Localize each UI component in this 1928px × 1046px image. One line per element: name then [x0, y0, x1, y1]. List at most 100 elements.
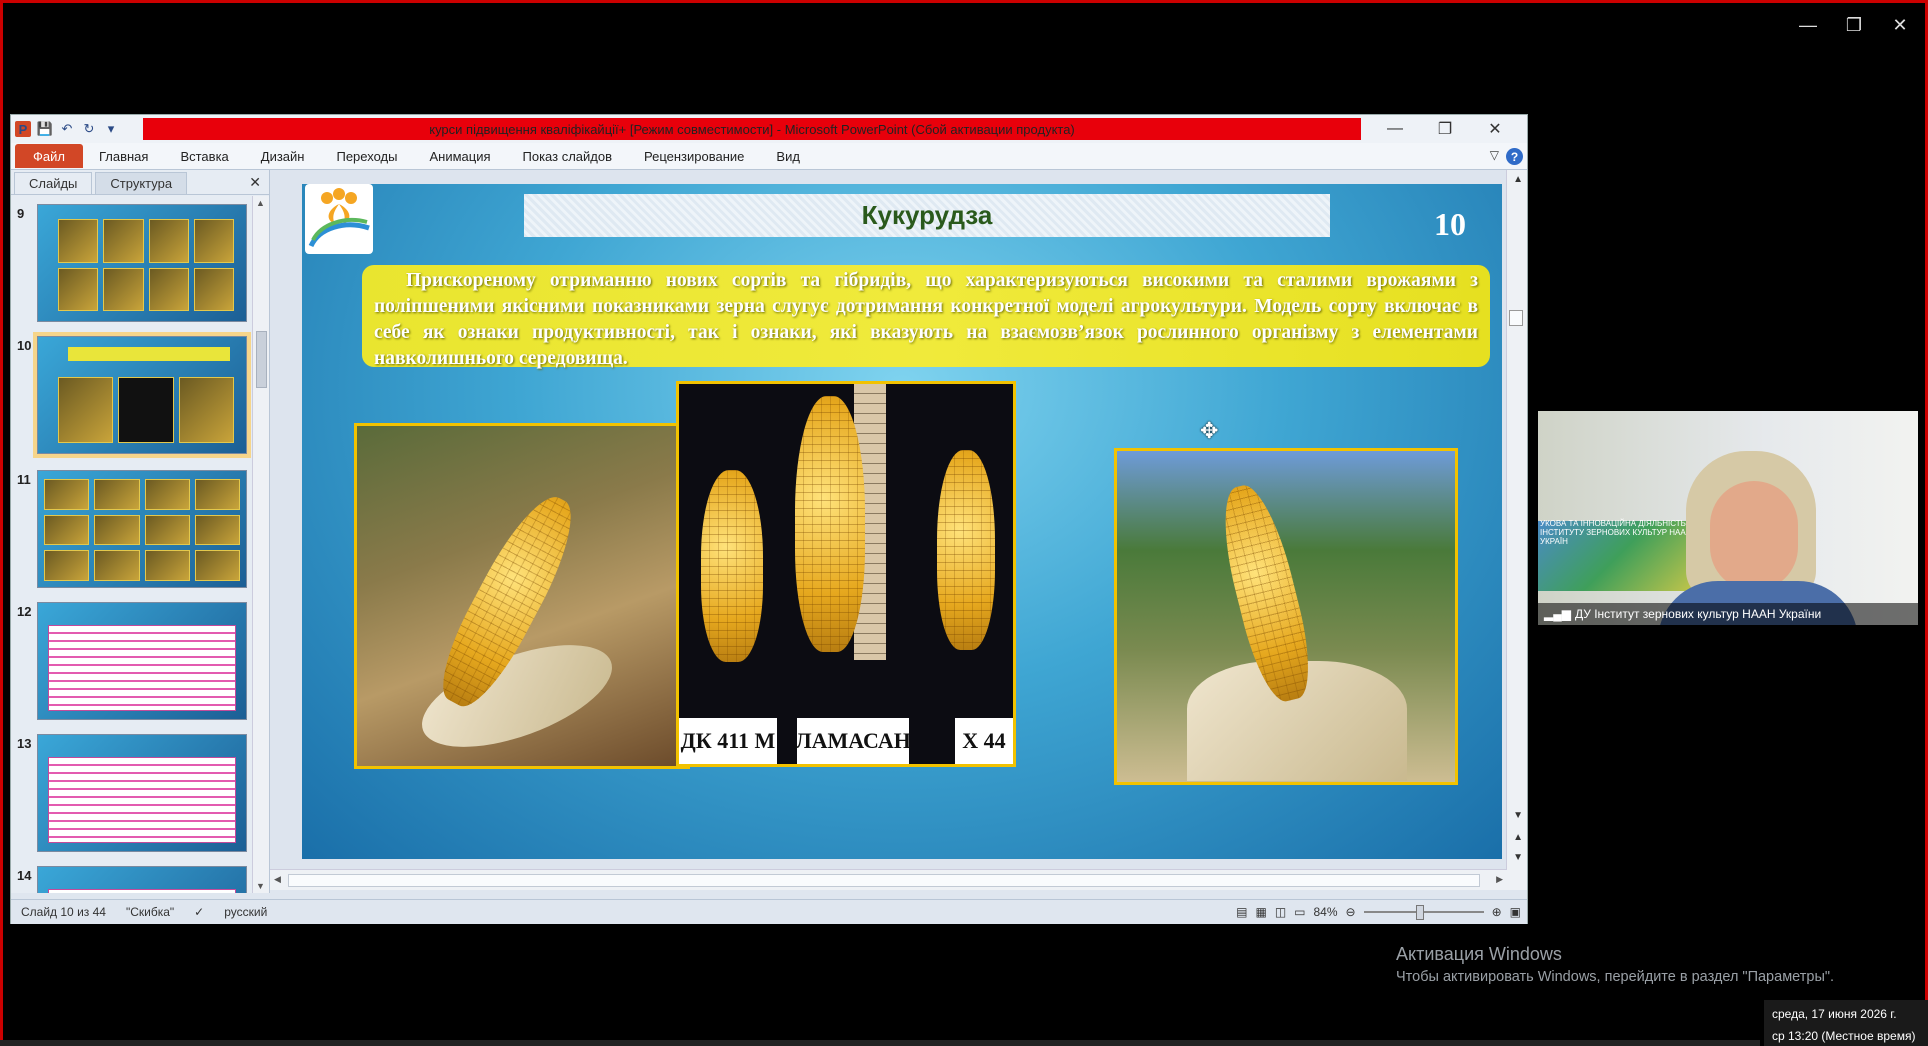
slide-thumbnail-10[interactable] [37, 336, 247, 454]
thumbnail-number: 12 [17, 604, 32, 619]
panel-scroll-thumb[interactable] [256, 331, 267, 388]
scroll-up-icon[interactable]: ▲ [256, 198, 265, 208]
system-clock[interactable]: среда, 17 июня 2026 г. ср 13:20 (Местное… [1764, 1000, 1928, 1046]
signal-icon: ▂▄▆ [1544, 607, 1571, 621]
undo-icon[interactable]: ↶ [59, 121, 75, 137]
powerpoint-logo-icon[interactable]: P [15, 121, 31, 137]
corn-photo-right [1114, 448, 1458, 785]
redo-icon[interactable]: ↻ [81, 121, 97, 137]
thumbnail-number: 9 [17, 206, 25, 221]
slide-thumbnail-9[interactable] [37, 204, 247, 322]
save-icon[interactable]: 💾 [37, 121, 53, 137]
fit-window-icon[interactable]: ▣ [1510, 905, 1521, 919]
wall-banner-text: УКОВА ТА ІННОВАЦІЙНА ДІЯЛЬНІСТЬ ІНСТИТУТ… [1540, 519, 1692, 546]
participant-name-text: ДУ Інститут зернових культур НААН Україн… [1574, 607, 1822, 621]
ribbon-expand-icon[interactable]: ▽ [1490, 148, 1499, 162]
slide-counter: Слайд 10 из 44 [21, 905, 106, 919]
corn-varieties-photo: ДК 411 М ЛАМАСАН Х 44 [676, 381, 1016, 767]
thumbnail-number: 11 [17, 472, 31, 487]
horizontal-scroll-thumb[interactable] [288, 874, 1480, 887]
scroll-up-icon[interactable]: ▲ [1513, 174, 1523, 185]
thumbnail-number: 13 [17, 736, 32, 751]
clock-time: ср 13:20 (Местное время) [1772, 1029, 1916, 1043]
thumbnail-number: 10 [17, 338, 32, 353]
zoom-level[interactable]: 84% [1314, 905, 1338, 919]
activation-title: Активация Windows [1396, 944, 1562, 964]
title-bar: P 💾 ↶ ↻ ▾ курси підвищення кваліфікайції… [11, 115, 1527, 143]
participant-name: ▂▄▆ ДУ Інститут зернових культур НААН Ук… [1538, 603, 1918, 625]
slide-thumbnail-14[interactable] [37, 866, 247, 893]
current-slide[interactable]: Кукурудза 10 Прискореному отриманню нови… [302, 184, 1502, 859]
slide-editor: Кукурудза 10 Прискореному отриманню нови… [270, 170, 1527, 890]
windows-activation-watermark: Активация Windows Чтобы активировать Win… [1396, 944, 1834, 985]
zoom-in-icon[interactable]: ⊕ [1492, 905, 1502, 919]
slides-panel: Слайды Структура ✕ 9 10 11 12 13 14 ▲ ▼ [11, 170, 270, 893]
tab-view[interactable]: Вид [760, 143, 816, 169]
theme-name[interactable]: "Скибка" [116, 905, 184, 919]
tab-file[interactable]: Файл [15, 144, 83, 168]
tab-slideshow[interactable]: Показ слайдов [507, 143, 629, 169]
activation-text: Чтобы активировать Windows, перейдите в … [1396, 969, 1835, 985]
restore-button[interactable]: ❐ [1421, 115, 1469, 143]
slide-thumbnail-13[interactable] [37, 734, 247, 852]
slide-thumbnail-11[interactable] [37, 470, 247, 588]
tab-animation[interactable]: Анимация [413, 143, 506, 169]
thumbnail-textbox [68, 347, 230, 361]
scroll-down-icon[interactable]: ▼ [1513, 810, 1523, 821]
slide-sorter-icon[interactable]: ▦ [1255, 905, 1266, 919]
status-bar: Слайд 10 из 44 "Скибка" ✓ русский ▤ ▦ ◫ … [11, 899, 1527, 924]
slide-text: Прискореному отриманню нових сортів та г… [362, 265, 1490, 369]
tab-review[interactable]: Рецензирование [628, 143, 760, 169]
panel-tabs: Слайды Структура [11, 170, 269, 195]
zoom-out-icon[interactable]: ⊖ [1346, 905, 1356, 919]
slide-number: 10 [1434, 206, 1466, 242]
move-cursor-icon: ✥ [1200, 418, 1219, 443]
outer-restore-button[interactable]: ❐ [1834, 10, 1874, 40]
outer-close-button[interactable]: ✕ [1880, 10, 1920, 40]
vertical-scroll-thumb[interactable] [1509, 310, 1523, 326]
vertical-scrollbar[interactable]: ▲ ▼ ▲ ▼ [1506, 170, 1527, 890]
tab-insert[interactable]: Вставка [164, 143, 244, 169]
tab-home[interactable]: Главная [83, 143, 164, 169]
help-icon[interactable]: ? [1506, 148, 1523, 165]
horizontal-scrollbar[interactable]: ◀ ▶ [270, 869, 1507, 890]
scroll-left-icon[interactable]: ◀ [274, 874, 281, 885]
taskbar [0, 1040, 1760, 1046]
corn-photo-left [354, 423, 690, 769]
next-slide-icon[interactable]: ▼ [1513, 852, 1523, 863]
tab-design[interactable]: Дизайн [245, 143, 321, 169]
variety-label: ЛАМАСАН [795, 718, 911, 764]
window-title: курси підвищення кваліфікайції+ [Режим с… [143, 118, 1361, 140]
slide-thumbnail-12[interactable] [37, 602, 247, 720]
thumbnail-list: 9 10 11 12 13 14 [11, 196, 251, 893]
minimize-button[interactable]: — [1371, 115, 1419, 143]
powerpoint-window: P 💾 ↶ ↻ ▾ курси підвищення кваліфікайції… [10, 114, 1528, 924]
tab-transitions[interactable]: Переходы [320, 143, 413, 169]
zoom-slider[interactable] [1363, 905, 1484, 920]
quick-access-toolbar: P 💾 ↶ ↻ ▾ [11, 115, 119, 143]
slideshow-icon[interactable]: ▭ [1294, 905, 1305, 919]
scroll-down-icon[interactable]: ▼ [256, 881, 265, 891]
close-button[interactable]: ✕ [1471, 115, 1519, 143]
close-panel-icon[interactable]: ✕ [249, 174, 261, 191]
previous-slide-icon[interactable]: ▲ [1513, 832, 1523, 843]
tab-slides[interactable]: Слайды [14, 172, 93, 194]
spellcheck-icon[interactable]: ✓ [184, 905, 214, 919]
customize-toolbar-icon[interactable]: ▾ [103, 121, 119, 137]
clock-date: среда, 17 июня 2026 г. [1772, 1007, 1897, 1021]
thumbnail-number: 14 [17, 868, 32, 883]
scroll-right-icon[interactable]: ▶ [1496, 874, 1503, 885]
tab-outline[interactable]: Структура [95, 172, 188, 194]
view-controls: ▤ ▦ ◫ ▭ 84% ⊖ ⊕ ▣ [1236, 900, 1521, 924]
slide-title: Кукурудза [524, 194, 1330, 237]
normal-view-icon[interactable]: ▤ [1236, 905, 1247, 919]
institute-logo [305, 184, 373, 254]
video-tile[interactable]: УКОВА ТА ІННОВАЦІЙНА ДІЯЛЬНІСТЬ ІНСТИТУТ… [1538, 411, 1918, 625]
outer-minimize-button[interactable]: — [1788, 10, 1828, 40]
panel-scrollbar[interactable]: ▲ ▼ [252, 196, 269, 893]
variety-label: Х 44 [955, 718, 1013, 764]
reading-view-icon[interactable]: ◫ [1275, 905, 1286, 919]
ribbon-tabs: Файл Главная Вставка Дизайн Переходы Ани… [11, 143, 1527, 170]
variety-label: ДК 411 М [679, 718, 777, 764]
language-indicator[interactable]: русский [214, 905, 277, 919]
